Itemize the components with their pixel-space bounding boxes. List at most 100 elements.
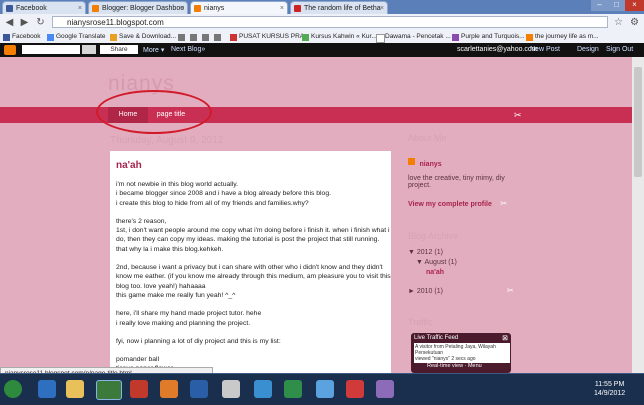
bookmark-purple-turquoise[interactable]: Purple and Turquois... [452,32,525,42]
media-player-icon[interactable] [130,380,148,398]
archive-year: ▼ 2012 [408,249,433,256]
bookmark-dawama[interactable]: Dawama - Pencetak ... [376,32,451,43]
next-blog-link[interactable]: Next Blog» [171,46,205,53]
tab-label: The random life of Betha [304,5,381,12]
profile-link[interactable]: View my complete profile [408,201,492,208]
post-date: Thursday, August 9, 2012 [110,135,224,146]
bookmark-label: Google Translate [56,33,106,40]
messenger-icon[interactable] [316,380,334,398]
search-icon[interactable] [82,45,96,54]
sign-out-link[interactable]: Sign Out [606,46,633,53]
tab-nianys[interactable]: nianys × [190,1,288,14]
archive-month-august[interactable]: ▼ August (1) [416,259,518,266]
bookmark-pusat-kursus[interactable]: PUSAT KURSUS PRA... [230,32,310,42]
url-text: nianysrose11.blogspot.com [67,18,164,27]
ie-icon[interactable] [38,380,56,398]
bookmark-label: Facebook [12,33,41,40]
tab-random-life[interactable]: The random life of Betha × [290,1,388,14]
facebook-icon [3,34,10,41]
post-paragraph: 2nd, because i want a privacy but i can … [116,264,391,299]
star-icon[interactable]: ☆ [612,16,625,29]
blogger-icon [408,158,415,166]
itunes-icon[interactable] [254,380,272,398]
blogger-icon [92,5,99,12]
bookmark-label: Kursus Kahwin « Kur... [311,33,377,40]
highlight-ellipse [96,90,212,134]
folder-icon[interactable] [66,380,84,398]
back-icon[interactable]: ◀ [3,16,16,29]
powerpoint-icon[interactable] [160,380,178,398]
share-button[interactable]: Share [100,45,138,54]
close-icon[interactable]: ⊠ [502,334,508,342]
bookmark-journey-life[interactable]: the journey life as m... [526,32,599,42]
bookmark-kursus-kahwin[interactable]: Kursus Kahwin « Kur... [302,32,377,42]
tab-label: nianys [204,5,225,12]
widget-title: Live Traffic Feed [414,335,459,341]
url-input[interactable]: nianysrose11.blogspot.com [52,16,608,28]
page-icon [178,34,185,41]
design-link[interactable]: Design [577,46,599,53]
widget-footer[interactable]: Real-time view · Menu [427,363,482,369]
blogger-logo-icon[interactable] [4,45,16,55]
system-clock[interactable]: 11:55 PM 14/9/2012 [594,380,625,398]
archive-post-link[interactable]: na'ah [426,269,518,276]
archive-month: ▼ August [416,259,447,266]
new-post-link[interactable]: New Post [530,46,560,53]
page-icon [452,34,459,41]
reload-icon[interactable]: ↻ [34,16,47,29]
notepad-icon[interactable] [222,380,240,398]
page-icon [302,34,309,41]
scrollbar-thumb[interactable] [634,67,642,177]
sidebar: About Me nianys love the creative, tiny … [408,133,518,327]
wrench-icon[interactable]: ✂ [507,286,514,295]
start-orb-icon[interactable] [4,380,22,398]
acrobat-icon[interactable] [346,380,364,398]
wrench-icon[interactable]: ⚙ [628,16,641,29]
photo-icon[interactable] [376,380,394,398]
post-title[interactable]: na'ah [116,160,142,171]
bookmark-save-download[interactable]: Save & Download... [110,32,176,42]
author-row: nianys [408,153,518,171]
more-link[interactable]: More ▾ [143,46,164,54]
scrollbar[interactable] [632,57,644,373]
archive-year-2012[interactable]: ▼ 2012 (1) [408,249,518,256]
maximize-icon[interactable]: □ [608,0,625,11]
live-traffic-widget: Live Traffic Feed ⊠ A visitor from Petal… [411,333,511,373]
bookmark-label: Dawama - Pencetak ... [385,33,451,40]
post-body: i'm not newbie in this blog world actual… [116,180,391,373]
blogger-navbar: Share More ▾ Next Blog» scarlettanies@ya… [0,43,644,57]
widget-line: A visitor from Petaling Jaya, Wilayah Pe… [415,344,496,356]
chrome-icon[interactable] [96,380,122,400]
bookmark-google-translate[interactable]: Google Translate [47,32,106,42]
close-window-icon[interactable]: × [625,0,644,11]
tab-facebook[interactable]: Facebook × [2,1,86,14]
page-icon [376,34,385,43]
blog-search-input[interactable] [22,45,80,54]
tab-blogger-dashboard[interactable]: Blogger: Blogger Dashboo × [88,1,188,14]
archive-heading: Blog Archive [408,231,459,241]
archive-year-2010[interactable]: ► 2010 (1) ✂ [408,286,518,295]
excel-icon[interactable] [284,380,302,398]
page-icon [202,34,209,41]
forward-icon[interactable]: ▶ [18,16,31,29]
post-paragraph: there's 2 reason, 1st, i don't want peop… [116,217,390,253]
translate-icon [47,34,54,41]
minimize-icon[interactable]: – [591,0,608,11]
close-icon[interactable]: × [180,2,184,14]
word-icon[interactable] [190,380,208,398]
close-icon[interactable]: × [280,2,284,14]
close-icon[interactable]: × [380,2,384,14]
page-icon [190,34,197,41]
post-paragraph: fyi, now i planning a lot of diy project… [116,337,281,345]
download-icon [110,34,117,41]
bookmark-facebook[interactable]: Facebook [3,32,41,42]
wrench-icon[interactable]: ✂ [500,199,507,208]
close-icon[interactable]: × [78,2,82,14]
archive-count: (1) [434,249,443,256]
wrench-icon[interactable]: ✂ [514,110,522,121]
author-link[interactable]: nianys [419,161,441,168]
page-icon [214,34,221,41]
blog-page: nianys Home page title ✂ Thursday, Augus… [0,57,644,373]
traffic-heading: Traffic [408,317,433,327]
windows-taskbar: 11:55 PM 14/9/2012 [0,373,644,405]
